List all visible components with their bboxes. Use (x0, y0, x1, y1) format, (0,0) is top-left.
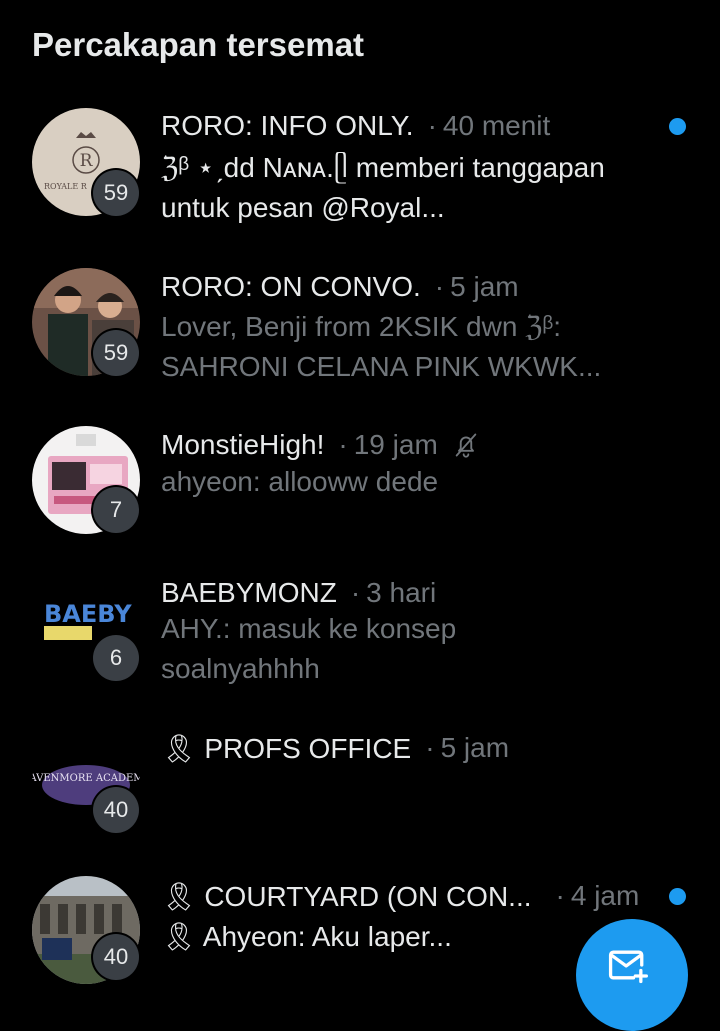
conversation-preview: ℨᵝ ⋆ˏdd Nᴀɴᴀ.ᥫ memberi tanggapan untuk p… (161, 152, 605, 223)
conversation-name: 🎗 COURTYARD (ON CON... (161, 880, 532, 912)
new-message-button[interactable] (576, 919, 688, 1031)
conversation-header: 🎗 COURTYARD (ON CON... · 4 jam (161, 880, 640, 912)
svg-text:R: R (80, 151, 94, 171)
conversation-name: RORO: ON CONVO. (161, 271, 421, 302)
conversation-name: MonstieHigh! (161, 429, 325, 460)
conversation-preview: AHY.: masuk ke konsep soalnyahhhh (161, 613, 457, 684)
conversation-time: 40 menit (442, 110, 551, 141)
member-count-badge: 6 (93, 635, 139, 681)
conversation-header: BAEBYMONZ · 3 hari (161, 577, 437, 608)
conversation-header: RORO: INFO ONLY. · 40 menit (161, 110, 551, 141)
conversation-time: 3 hari (366, 577, 437, 608)
conversation-preview: ahyeon: allooww dede (161, 466, 439, 497)
conversation-name: BAEBYMONZ (161, 577, 337, 608)
conversation-time: 19 jam (353, 429, 438, 460)
member-count-badge: 40 (93, 787, 139, 833)
avatar-label: ROYALE R (44, 182, 88, 191)
page-title: Percakapan tersemat (32, 26, 365, 63)
avatar-label: RAVENMORE ACADEMY (32, 773, 140, 784)
avatar-label: BAEBY MON (44, 600, 140, 628)
conversation-item[interactable]: RAVENMORE ACADEMY 40 🎗 PROFS OFFICE · 5 … (0, 725, 720, 855)
conversation-preview: Lover, Benji from 2KSIK dwn ℨᵝ: SAHRONI … (161, 311, 602, 382)
conversation-item[interactable]: 59 RORO: ON CONVO. · 5 jam Lover, Benji … (0, 260, 720, 400)
conversation-header: 🎗 PROFS OFFICE · 5 jam (161, 732, 510, 764)
unread-indicator (669, 118, 686, 135)
muted-bell-icon (452, 431, 480, 459)
member-count-badge: 40 (93, 934, 139, 980)
conversation-header: RORO: ON CONVO. · 5 jam (161, 271, 519, 302)
conversation-time: 5 jam (450, 271, 519, 302)
member-count-badge: 59 (93, 330, 139, 376)
conversation-name: RORO: INFO ONLY. (161, 110, 414, 141)
conversation-item[interactable]: BAEBY MON 6 BAEBYMONZ · 3 hari AHY.: mas… (0, 570, 720, 710)
conversation-item[interactable]: 7 MonstieHigh! · 19 jam ahyeon: allooww … (0, 420, 720, 540)
conversation-name: 🎗 PROFS OFFICE (161, 732, 412, 764)
conversation-time: 4 jam (570, 880, 640, 911)
new-message-icon (606, 943, 650, 987)
member-count-badge: 7 (93, 487, 139, 533)
conversation-item[interactable]: R ROYALE R 59 RORO: INFO ONLY. · 40 meni… (0, 100, 720, 240)
conversation-header: MonstieHigh! · 19 jam (161, 427, 680, 463)
unread-indicator (669, 888, 686, 905)
member-count-badge: 59 (93, 170, 139, 216)
conversation-time: 5 jam (440, 732, 510, 763)
